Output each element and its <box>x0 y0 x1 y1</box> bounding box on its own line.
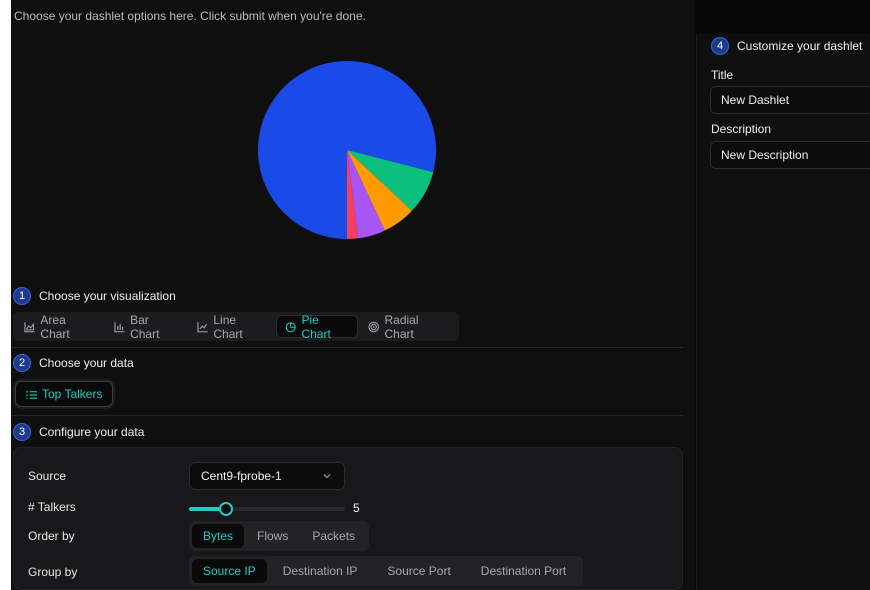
slider-thumb[interactable] <box>219 502 234 516</box>
step-title: Customize your dashlet <box>737 39 863 53</box>
step-number-badge: 1 <box>13 287 31 305</box>
title-value: New Dashlet <box>721 93 790 107</box>
title-label: Title <box>711 68 734 82</box>
radial-chart-label: Radial Chart <box>384 312 419 341</box>
pie-chart-button[interactable]: Pie Chart <box>276 312 359 341</box>
pie-chart-label: Pie Chart <box>301 312 331 341</box>
list-icon <box>26 390 37 399</box>
radial-chart-button[interactable]: Radial Chart <box>360 312 456 341</box>
step-number-badge: 3 <box>13 423 31 441</box>
line-chart-button[interactable]: Line Chart <box>189 312 274 341</box>
description-value: New Description <box>721 148 809 162</box>
top-talkers-button[interactable]: Top Talkers <box>15 381 114 407</box>
step-title: Choose your data <box>39 356 134 370</box>
step-4-header: 4 Customize your dashlet <box>711 37 862 55</box>
source-select[interactable]: Cent9-fprobe-1 <box>189 462 345 490</box>
section-divider <box>11 347 683 348</box>
talkers-label: # Talkers <box>28 500 76 514</box>
top-talkers-label: Top Talkers <box>42 387 103 401</box>
radial-chart-icon <box>368 321 380 332</box>
source-label: Source <box>28 469 67 483</box>
area-chart-label: Area Chart <box>40 312 70 341</box>
bar-chart-icon <box>114 321 125 332</box>
step-number-badge: 4 <box>711 37 729 55</box>
order-by-selector: Bytes Flows Packets <box>189 521 370 551</box>
group-destination-ip-button[interactable]: Destination IP <box>269 559 372 583</box>
intro-text: Choose your dashlet options here. Click … <box>14 9 366 23</box>
step-1-header: 1 Choose your visualization <box>13 287 176 305</box>
pie-chart-icon <box>285 321 296 332</box>
step-3-header: 3 Configure your data <box>13 423 144 441</box>
area-chart-icon <box>24 321 35 332</box>
bar-chart-button[interactable]: Bar Chart <box>106 312 187 341</box>
group-destination-port-button[interactable]: Destination Port <box>467 559 580 583</box>
talkers-slider[interactable] <box>189 502 345 516</box>
config-panel: Source Cent9-fprobe-1 # Talkers 5 Order … <box>13 447 683 590</box>
pie-chart <box>258 61 436 240</box>
order-flows-button[interactable]: Flows <box>246 524 299 548</box>
customize-panel <box>696 34 870 590</box>
order-by-label: Order by <box>28 529 75 543</box>
description-input[interactable]: New Description <box>710 141 870 169</box>
group-source-ip-button[interactable]: Source IP <box>192 559 267 583</box>
source-value: Cent9-fprobe-1 <box>201 469 282 483</box>
pie-chart-preview <box>257 60 437 240</box>
line-chart-icon <box>197 321 208 332</box>
area-chart-button[interactable]: Area Chart <box>16 312 104 341</box>
group-by-label: Group by <box>28 565 78 579</box>
talkers-value: 5 <box>353 501 360 515</box>
section-divider <box>11 415 683 416</box>
group-by-selector: Source IP Destination IP Source Port Des… <box>189 556 584 586</box>
line-chart-label: Line Chart <box>213 312 243 341</box>
order-bytes-button[interactable]: Bytes <box>192 524 245 548</box>
title-input[interactable]: New Dashlet <box>710 86 870 114</box>
visualization-selector: Area Chart Bar Chart Line Chart Pie Char… <box>13 312 459 341</box>
order-packets-button[interactable]: Packets <box>301 524 366 548</box>
step-title: Configure your data <box>39 425 145 439</box>
step-title: Choose your visualization <box>39 289 176 303</box>
chevron-down-icon <box>323 474 331 479</box>
window-edge <box>0 0 11 590</box>
step-2-header: 2 Choose your data <box>13 354 134 372</box>
bar-chart-label: Bar Chart <box>130 312 160 341</box>
step-number-badge: 2 <box>13 354 31 372</box>
group-source-port-button[interactable]: Source Port <box>373 559 464 583</box>
description-label: Description <box>711 122 772 136</box>
